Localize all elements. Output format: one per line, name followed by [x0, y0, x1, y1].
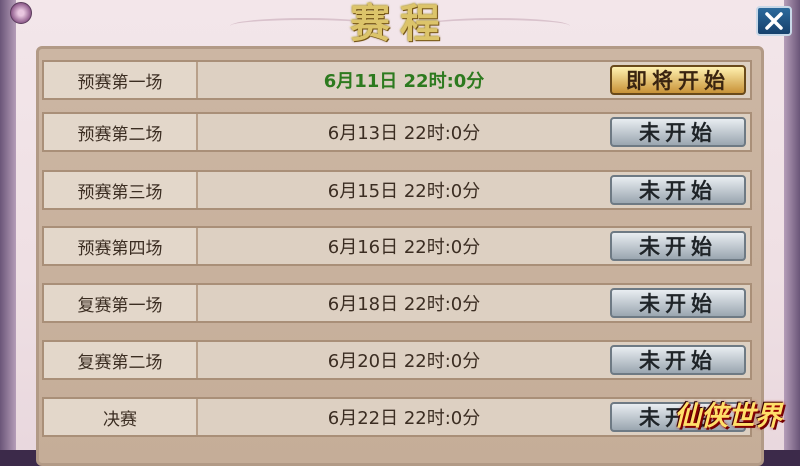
match-time: 6月15日 22时:0分: [327, 181, 481, 202]
schedule-row: 决赛 6月22日 22时:0分 未开始: [42, 397, 752, 437]
game-logo-text: 仙侠世界: [674, 400, 782, 432]
match-name: 复赛第一场: [44, 285, 198, 321]
schedule-row: 预赛第一场 6月11日 22时:0分 即将开始: [42, 60, 752, 100]
match-name: 预赛第二场: [44, 114, 198, 150]
not-started-button[interactable]: 未开始: [610, 117, 746, 147]
game-logo: 仙侠世界: [672, 388, 784, 438]
not-started-button[interactable]: 未开始: [610, 231, 746, 261]
frame-right-border: [784, 0, 800, 450]
match-time: 6月13日 22时:0分: [327, 123, 481, 144]
match-time: 6月20日 22时:0分: [327, 351, 481, 372]
schedule-row: 复赛第二场 6月20日 22时:0分 未开始: [42, 340, 752, 380]
schedule-row: 预赛第四场 6月16日 22时:0分 未开始: [42, 226, 752, 266]
match-name: 预赛第一场: [44, 62, 198, 98]
starting-soon-button[interactable]: 即将开始: [610, 65, 746, 95]
match-time: 6月22日 22时:0分: [327, 408, 481, 429]
match-name: 决赛: [44, 399, 198, 435]
match-time: 6月18日 22时:0分: [327, 294, 481, 315]
match-name: 复赛第二场: [44, 342, 198, 378]
schedule-row: 复赛第一场 6月18日 22时:0分 未开始: [42, 283, 752, 323]
match-name: 预赛第三场: [44, 172, 198, 208]
close-button[interactable]: [756, 6, 792, 36]
close-icon: [765, 12, 783, 30]
match-time: 6月16日 22时:0分: [327, 237, 481, 258]
not-started-button[interactable]: 未开始: [610, 345, 746, 375]
schedule-row: 预赛第三场 6月15日 22时:0分 未开始: [42, 170, 752, 210]
dialog-title: 赛程: [350, 0, 450, 47]
match-name: 预赛第四场: [44, 228, 198, 264]
match-time: 6月11日 22时:0分: [323, 71, 485, 92]
schedule-row: 预赛第二场 6月13日 22时:0分 未开始: [42, 112, 752, 152]
not-started-button[interactable]: 未开始: [610, 288, 746, 318]
not-started-button[interactable]: 未开始: [610, 175, 746, 205]
frame-left-border: [0, 0, 16, 450]
